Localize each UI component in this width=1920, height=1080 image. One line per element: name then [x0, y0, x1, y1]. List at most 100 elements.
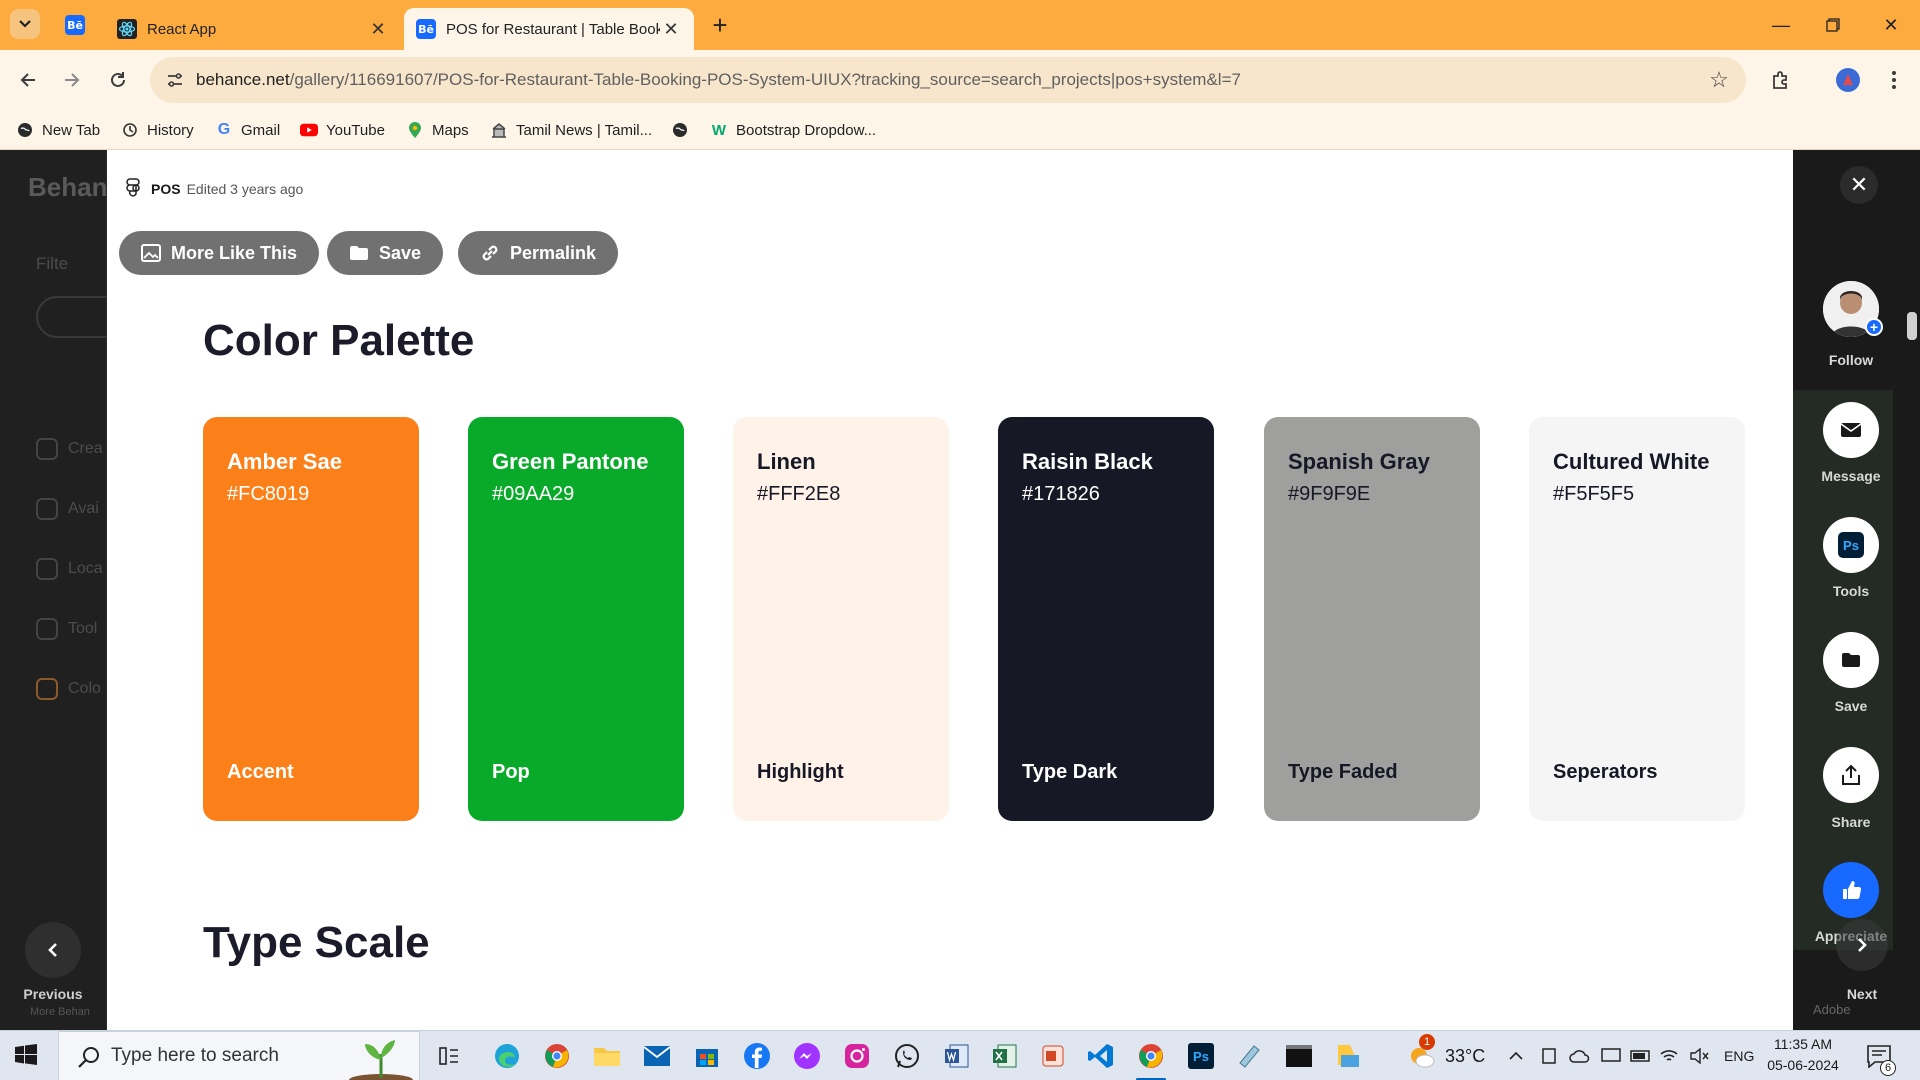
bookmark-label: Tamil News | Tamil... — [516, 121, 653, 139]
rail-save-button[interactable] — [1823, 632, 1879, 688]
terminal-icon[interactable] — [1282, 1039, 1316, 1073]
chevron-left-icon — [48, 943, 57, 957]
notification-count: 6 — [1880, 1060, 1896, 1076]
windows-start-icon[interactable] — [14, 1043, 40, 1069]
tools-label: Tools — [1832, 583, 1870, 599]
follow-label: Follow — [1828, 352, 1874, 368]
language-indicator[interactable]: ENG — [1724, 1048, 1754, 1064]
excel-icon[interactable] — [988, 1039, 1022, 1073]
tools-button[interactable]: Ps — [1823, 517, 1879, 573]
window-close-icon[interactable]: ✕ — [1866, 8, 1916, 42]
files-icon[interactable] — [1332, 1039, 1366, 1073]
reload-button[interactable] — [102, 64, 134, 96]
save-button[interactable]: Save — [327, 231, 444, 275]
google-icon: G — [217, 121, 231, 138]
task-view-icon[interactable] — [432, 1039, 466, 1073]
follow-plus-icon[interactable]: + — [1865, 318, 1883, 336]
action-rail: ✕ + Follow Message Ps Tools Save Share A… — [1793, 150, 1920, 1030]
chrome-active-icon[interactable] — [1134, 1039, 1168, 1080]
bookmark-maps[interactable]: Maps — [406, 118, 469, 142]
profile-avatar[interactable] — [1832, 64, 1864, 96]
bookmark-label: YouTube — [326, 121, 385, 139]
instagram-icon[interactable] — [840, 1039, 874, 1073]
background-sidebar: Behan Filte Crea Avai Loca Tool Colo Mor… — [0, 150, 106, 1030]
bookmark-youtube[interactable]: YouTube — [300, 118, 385, 142]
store-icon[interactable] — [690, 1039, 724, 1073]
folder-icon — [350, 246, 368, 260]
mail-icon[interactable] — [640, 1039, 674, 1073]
bookmark-new-tab[interactable]: New Tab — [16, 118, 100, 142]
chevron-up-icon[interactable] — [1505, 1039, 1527, 1073]
notes-icon[interactable] — [1232, 1039, 1266, 1073]
whatsapp-icon[interactable] — [890, 1039, 924, 1073]
save-label: Save — [1834, 698, 1868, 714]
next-button[interactable] — [1836, 919, 1888, 971]
edge-icon[interactable] — [490, 1039, 524, 1073]
photoshop-taskbar-icon[interactable]: Ps — [1184, 1039, 1218, 1073]
permalink-button[interactable]: Permalink — [458, 231, 619, 275]
browser-toolbar: behance.net/gallery/116691607/POS-for-Re… — [0, 50, 1920, 110]
restore-icon[interactable] — [1808, 8, 1858, 42]
behance-icon: Bē — [65, 15, 85, 35]
battery-icon[interactable] — [1628, 1039, 1654, 1073]
bookmark-globe[interactable] — [671, 118, 697, 142]
clock-date[interactable]: 05-06-2024 — [1766, 1057, 1840, 1073]
share-button[interactable] — [1823, 747, 1879, 803]
tab-react-app[interactable]: React App ✕ — [105, 8, 401, 50]
file-explorer-icon[interactable] — [590, 1039, 624, 1073]
swatch-hex: #09AA29 — [492, 483, 575, 505]
close-modal-button[interactable]: ✕ — [1840, 166, 1878, 204]
clock-time[interactable]: 11:35 AM — [1770, 1036, 1836, 1052]
project-name[interactable]: POS — [151, 181, 181, 197]
wifi-icon[interactable] — [1656, 1039, 1682, 1073]
bookmark-tamil-news[interactable]: Tamil News | Tamil... — [490, 118, 652, 142]
page-scrollbar[interactable] — [1905, 155, 1920, 1025]
chrome-icon[interactable] — [540, 1039, 574, 1073]
close-icon[interactable]: ✕ — [367, 18, 389, 40]
new-tab-button[interactable]: + — [704, 10, 736, 40]
tab-search-button[interactable] — [10, 9, 40, 39]
facebook-icon[interactable] — [740, 1039, 774, 1073]
close-icon[interactable]: ✕ — [660, 18, 682, 40]
bookmark-bootstrap[interactable]: W Bootstrap Dropdow... — [710, 118, 876, 142]
forward-button[interactable] — [56, 64, 88, 96]
device-icon[interactable] — [1538, 1039, 1560, 1073]
message-button[interactable] — [1823, 402, 1879, 458]
tab-behance-active[interactable]: Bē POS for Restaurant | Table Book ✕ — [404, 8, 694, 50]
taskbar-search[interactable]: Type here to search — [58, 1031, 420, 1080]
bookmark-history[interactable]: History — [121, 118, 194, 142]
swatch-role: Type Dark — [1022, 761, 1118, 783]
messenger-icon[interactable] — [790, 1039, 824, 1073]
photoshop-icon: Ps — [1838, 532, 1864, 558]
minimize-icon[interactable]: — — [1756, 8, 1806, 42]
volume-mute-icon[interactable] — [1686, 1039, 1712, 1073]
tab-title: React App — [147, 20, 217, 38]
reload-icon — [111, 72, 125, 87]
bookmark-star-icon[interactable]: ☆ — [1704, 65, 1734, 95]
search-placeholder: Type here to search — [111, 1045, 279, 1066]
project-modal: POS Edited 3 years ago More Like This Sa… — [107, 150, 1793, 1030]
chevron-down-icon — [19, 20, 31, 28]
behance-logo: Behan — [28, 172, 106, 202]
bookmark-gmail[interactable]: G Gmail — [215, 118, 280, 142]
more-like-this-button[interactable]: More Like This — [119, 231, 320, 275]
office-icon[interactable] — [1036, 1039, 1070, 1073]
swatch-hex: #F5F5F5 — [1553, 483, 1635, 505]
chevron-right-icon — [1858, 938, 1867, 952]
site-info-icon[interactable] — [160, 65, 190, 95]
pinned-tab-behance[interactable]: Bē — [58, 12, 92, 38]
cloud-icon[interactable] — [1566, 1039, 1592, 1073]
word-icon[interactable] — [940, 1039, 974, 1073]
previous-button[interactable] — [25, 922, 81, 978]
behance-icon: Bē — [416, 19, 436, 39]
appreciate-button[interactable] — [1823, 862, 1879, 918]
plant-icon — [349, 1040, 413, 1080]
display-icon[interactable] — [1598, 1039, 1624, 1073]
menu-kebab-icon[interactable] — [1878, 64, 1910, 96]
back-button[interactable] — [12, 64, 44, 96]
vscode-icon[interactable] — [1084, 1039, 1118, 1073]
extensions-icon[interactable] — [1765, 64, 1797, 96]
swatch-role: Accent — [227, 761, 294, 783]
scrollbar-thumb[interactable] — [1907, 312, 1917, 340]
address-bar[interactable]: behance.net/gallery/116691607/POS-for-Re… — [150, 57, 1746, 103]
